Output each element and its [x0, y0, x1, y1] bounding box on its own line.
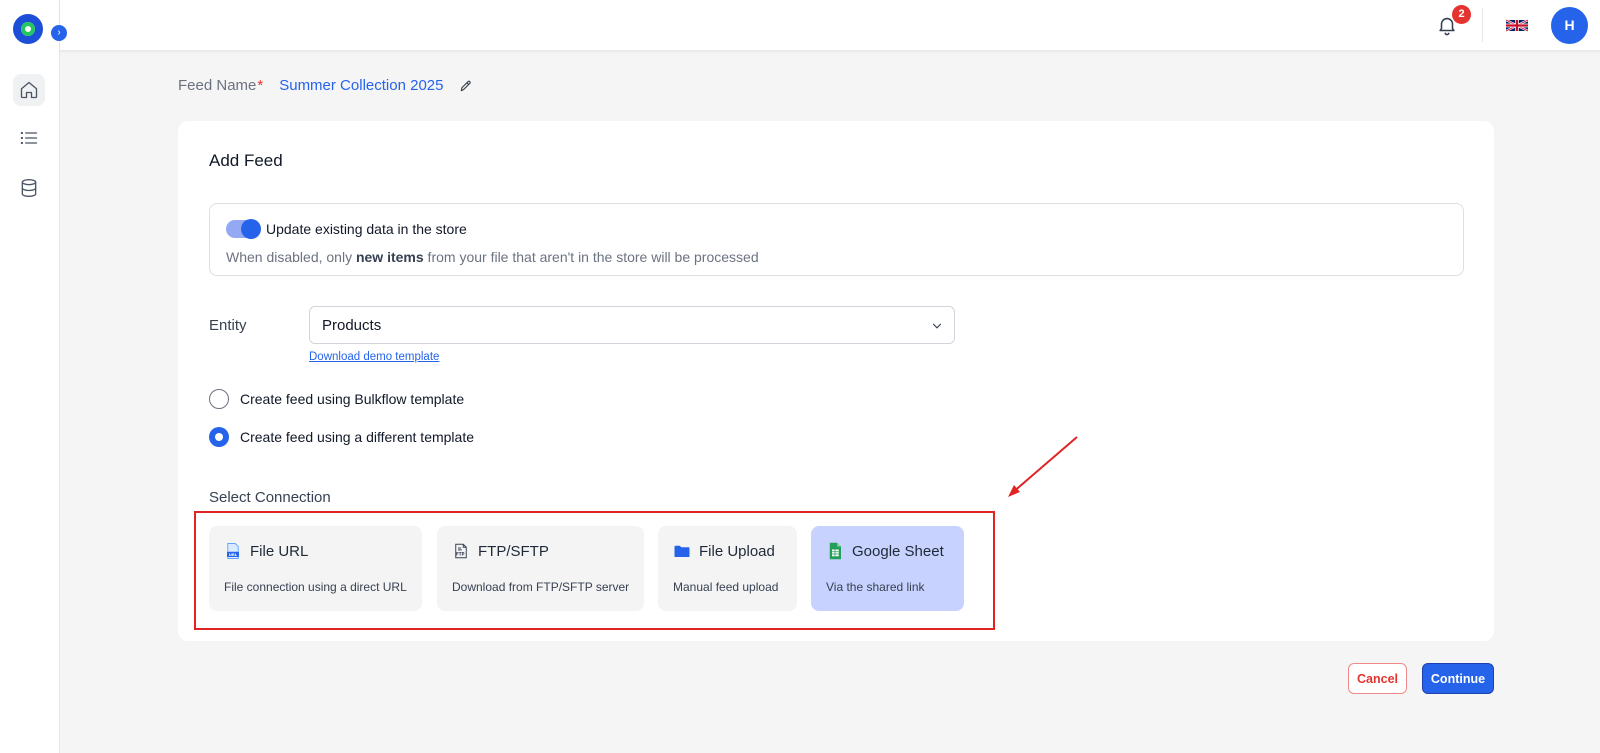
header-divider [1482, 8, 1483, 42]
app-logo[interactable] [13, 14, 43, 44]
uk-flag-icon[interactable] [1506, 19, 1528, 32]
download-demo-template-link[interactable]: Download demo template [309, 351, 439, 363]
sidebar-item-home[interactable] [13, 74, 45, 106]
feed-name-row: Feed Name * Summer Collection 2025 [178, 77, 473, 94]
top-header [60, 0, 1600, 51]
sidebar [0, 0, 60, 753]
update-existing-box: Update existing data in the store When d… [209, 203, 1464, 276]
annotation-highlight-box [194, 511, 995, 630]
chevron-down-icon [932, 323, 942, 329]
notification-badge: 2 [1452, 5, 1471, 24]
update-existing-label: Update existing data in the store [266, 221, 467, 237]
required-mark: * [257, 77, 264, 94]
card-title: Add Feed [209, 151, 283, 170]
sidebar-expand-button[interactable]: › [51, 25, 67, 41]
radio-button-selected[interactable] [209, 427, 229, 447]
radio-bulkflow-template[interactable]: Create feed using Bulkflow template [209, 389, 464, 409]
feed-name-label: Feed Name [178, 77, 257, 94]
radio-button[interactable] [209, 389, 229, 409]
sidebar-item-list[interactable] [13, 122, 45, 154]
radio-label: Create feed using a different template [240, 429, 475, 445]
home-icon [20, 81, 38, 99]
cancel-button[interactable]: Cancel [1348, 663, 1407, 694]
user-avatar[interactable]: H [1551, 7, 1588, 44]
annotation-arrow [1008, 436, 1078, 497]
sidebar-item-database[interactable] [13, 172, 45, 204]
update-existing-description: When disabled, only new items from your … [226, 249, 759, 265]
update-existing-toggle[interactable] [226, 219, 261, 239]
pencil-icon[interactable] [459, 79, 473, 93]
select-connection-label: Select Connection [209, 489, 331, 506]
feed-name-value[interactable]: Summer Collection 2025 [279, 77, 443, 94]
entity-label: Entity [209, 317, 247, 334]
radio-label: Create feed using Bulkflow template [240, 391, 465, 407]
list-icon [20, 131, 38, 145]
radio-different-template[interactable]: Create feed using a different template [209, 427, 474, 447]
database-icon [21, 179, 37, 198]
entity-select[interactable]: Products [309, 306, 955, 344]
entity-select-value: Products [322, 317, 382, 334]
continue-button[interactable]: Continue [1422, 663, 1494, 694]
